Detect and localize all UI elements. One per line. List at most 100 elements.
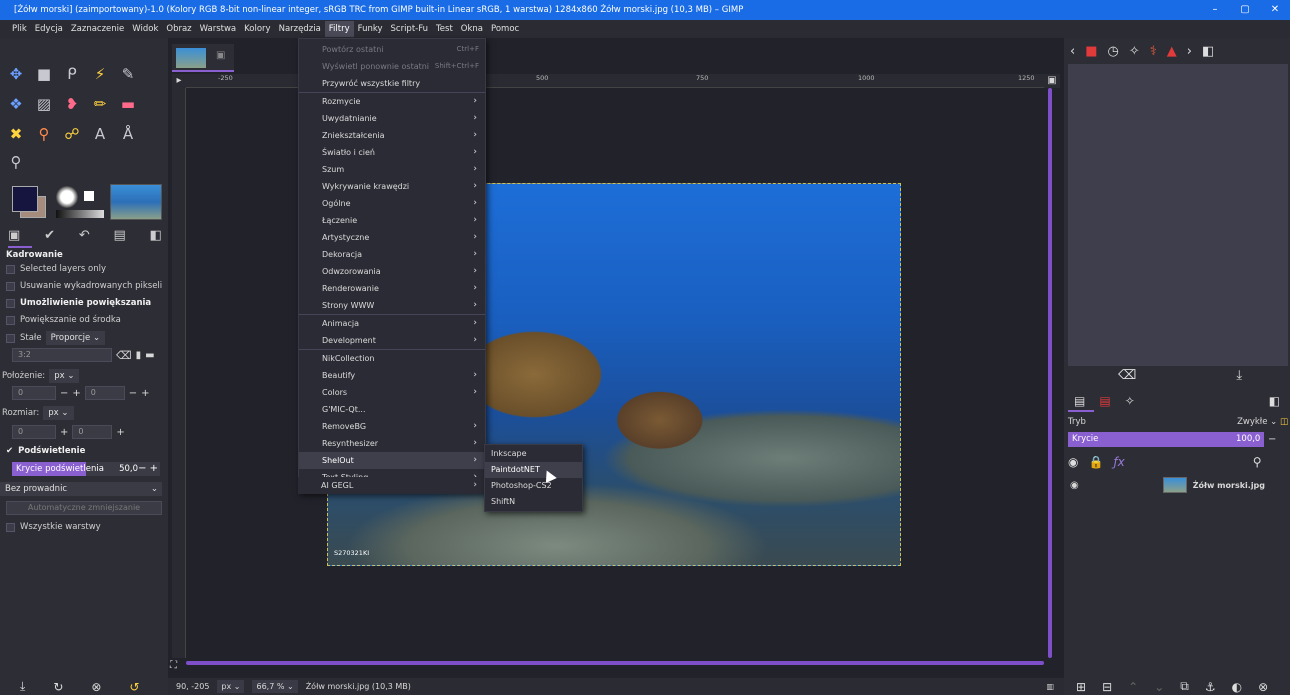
new-group-icon[interactable]: ⊟ [1102, 680, 1112, 694]
image-tab[interactable]: ▣ [172, 44, 234, 72]
menu-warstwa[interactable]: Warstwa [196, 21, 241, 37]
menu-narzedzia[interactable]: Narzędzia [275, 21, 325, 37]
restore-options-icon[interactable]: ↻ [53, 680, 63, 694]
anchor-icon[interactable]: ⚓ [1205, 680, 1216, 694]
menu-item-enhance[interactable]: Uwydatnianie › [299, 110, 485, 127]
zoom-dropdown[interactable]: 66,7 % ⌄ [252, 680, 298, 693]
configure-dock-icon[interactable]: ◧ [1202, 44, 1214, 59]
highlight-opacity-stepper[interactable]: − + [138, 462, 158, 476]
text-style-icon[interactable]: Å [118, 124, 138, 144]
menu-kolory[interactable]: Kolory [240, 21, 274, 37]
device-status-tab-icon[interactable]: ✔ [44, 228, 55, 243]
navigation-tab-icon[interactable]: ✧ [1129, 44, 1140, 59]
zoom-tool-icon[interactable]: ⚲ [6, 152, 26, 172]
size-h-increment[interactable]: + [116, 427, 124, 438]
vertical-scrollbar[interactable] [1048, 88, 1052, 658]
lower-layer-icon[interactable]: ⌄ [1154, 680, 1164, 694]
position-y-field[interactable]: 0 [84, 386, 125, 400]
size-w-field[interactable]: 0 [12, 425, 56, 439]
menu-okna[interactable]: Okna [457, 21, 487, 37]
ratio-field[interactable]: 3:2 [12, 348, 112, 362]
text-tool-icon[interactable]: A [90, 124, 110, 144]
fuzzy-select-icon[interactable]: ⚡ [90, 64, 110, 84]
menu-item-development[interactable]: Development › [299, 332, 485, 349]
menu-item-animation[interactable]: Animacja › [299, 315, 485, 332]
save-icon[interactable]: ⤓ [1236, 368, 1242, 383]
expand-center-checkbox[interactable]: Powiększanie od środka [6, 315, 121, 325]
tool-options-tab-icon[interactable]: ▣ [8, 228, 20, 243]
menu-funky[interactable]: Funky [354, 21, 387, 37]
active-image-thumbnail[interactable] [110, 184, 162, 220]
colors-tab-icon[interactable]: ■ [1085, 44, 1097, 59]
submenu-item-shiftn[interactable]: ShiftN [485, 494, 582, 510]
delete-options-icon[interactable]: ⊗ [91, 680, 101, 694]
fixed-mode-dropdown[interactable]: Proporcje ⌄ [45, 331, 106, 345]
menu-item-edge-detect[interactable]: Wykrywanie krawędzi › [299, 178, 485, 195]
menu-item-beautify[interactable]: Beautify › [299, 367, 485, 384]
menu-item-artistic[interactable]: Artystyczne › [299, 229, 485, 246]
menu-item-removebg[interactable]: RemoveBG › [299, 418, 485, 435]
maximize-button[interactable]: ▢ [1230, 0, 1260, 20]
position-unit-dropdown[interactable]: px ⌄ [49, 369, 80, 383]
eraser-icon[interactable]: ▬ [118, 94, 138, 114]
menu-item-colors[interactable]: Colors › [299, 384, 485, 401]
scroll-left-icon[interactable]: ‹ [1070, 44, 1075, 59]
close-image-icon[interactable]: ▣ [216, 50, 225, 61]
measure-tool-icon[interactable]: ☍ [62, 124, 82, 144]
size-w-increment[interactable]: + [60, 427, 68, 438]
new-layer-icon[interactable]: ⊞ [1076, 680, 1086, 694]
menu-item-noise[interactable]: Szum › [299, 161, 485, 178]
visibility-icon[interactable]: ◉ [1068, 455, 1078, 469]
menu-item-web[interactable]: Strony WWW › [299, 297, 485, 314]
move-tool-icon[interactable]: ✥ [6, 64, 26, 84]
layer-row[interactable]: ◉ Żółw morski.jpg [1068, 474, 1288, 496]
delete-layer-icon[interactable]: ⊗ [1258, 680, 1268, 694]
submenu-item-photoshop[interactable]: Photoshop-CS2 [485, 478, 582, 494]
menu-item-resynthesizer[interactable]: Resynthesizer › [299, 435, 485, 452]
minimize-button[interactable]: – [1200, 0, 1230, 20]
horizontal-scrollbar[interactable] [186, 661, 1044, 665]
scroll-right-icon[interactable]: › [1187, 44, 1192, 59]
size-h-field[interactable]: 0 [72, 425, 113, 439]
zoom-fit-icon[interactable]: ▣ [1044, 74, 1060, 88]
menu-item-reshow-last[interactable]: Wyświetl ponownie ostatni Shift+Ctrl+F [299, 58, 485, 75]
position-y-decrement[interactable]: − [129, 388, 137, 399]
channels-tab-icon[interactable]: ▤ [1099, 394, 1110, 408]
selected-layers-only-checkbox[interactable]: Selected layers only [6, 264, 106, 274]
reset-options-icon[interactable]: ↺ [129, 680, 139, 694]
brush-icon[interactable]: ✎ [118, 64, 138, 84]
submenu-item-paintdotnet[interactable]: PaintdotNET [485, 462, 582, 478]
raise-layer-icon[interactable]: ⌃ [1128, 680, 1138, 694]
menu-item-combine[interactable]: Łączenie › [299, 212, 485, 229]
vertical-ruler[interactable] [172, 88, 186, 658]
path-tool-icon[interactable]: ✖ [6, 124, 26, 144]
position-x-increment[interactable]: + [72, 388, 80, 399]
position-x-field[interactable]: 0 [12, 386, 56, 400]
menu-edycja[interactable]: Edycja [31, 21, 67, 37]
pattern-preview[interactable] [84, 191, 94, 201]
highlight-checkbox[interactable]: ✔ Podświetlenie [6, 446, 85, 456]
color-picker-icon[interactable]: ⚲ [34, 124, 54, 144]
trash-icon[interactable]: ▥ [1046, 682, 1054, 691]
menu-pomoc[interactable]: Pomoc [487, 21, 523, 37]
configure-tab-icon[interactable]: ◧ [150, 228, 162, 243]
layer-opacity-slider[interactable]: Krycie 100,0 − [1068, 432, 1288, 447]
menu-widok[interactable]: Widok [128, 21, 162, 37]
auto-shrink-button[interactable]: Automatyczne zmniejszanie [6, 501, 162, 515]
allow-growing-checkbox[interactable]: Umożliwienie powiększania [6, 298, 151, 308]
mode-switch-icon[interactable]: ◫ [1280, 417, 1288, 427]
menu-item-blur[interactable]: Rozmycie › [299, 93, 485, 110]
brush-preview[interactable] [56, 186, 78, 208]
menu-test[interactable]: Test [432, 21, 457, 37]
menu-item-decor[interactable]: Dekoracja › [299, 246, 485, 263]
portrait-icon[interactable]: ▮ [136, 350, 142, 361]
gradient-preview[interactable] [56, 210, 104, 218]
menu-item-distorts[interactable]: Zniekształcenia › [299, 127, 485, 144]
layer-visibility-icon[interactable]: ◉ [1070, 480, 1079, 491]
size-unit-dropdown[interactable]: px ⌄ [43, 406, 74, 420]
opacity-decrement[interactable]: − [1268, 432, 1276, 447]
menu-item-render[interactable]: Renderowanie › [299, 280, 485, 297]
pointer-tab-icon[interactable]: ⚕ [1150, 44, 1157, 59]
warp-tool-icon[interactable]: ❖ [6, 94, 26, 114]
search-icon[interactable]: ⚲ [1253, 455, 1262, 469]
